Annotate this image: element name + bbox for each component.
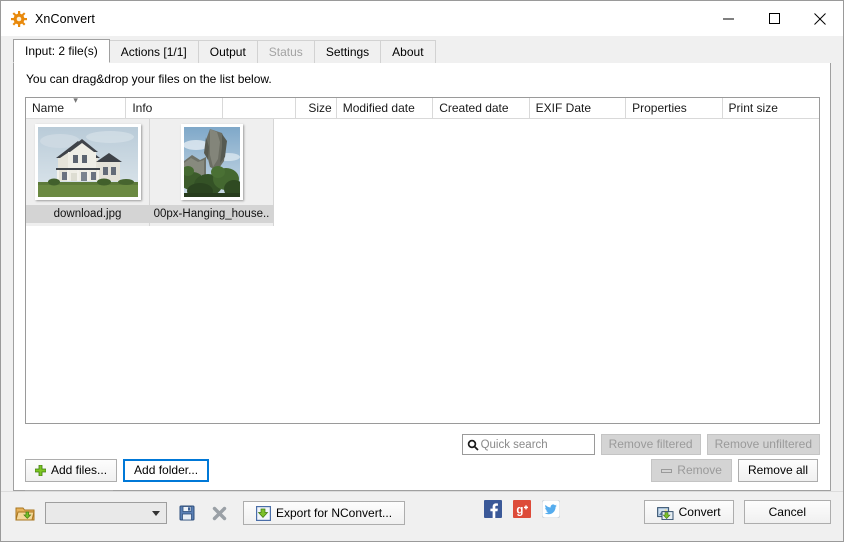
minimize-icon[interactable] <box>705 1 751 36</box>
svg-text:g: g <box>516 504 523 516</box>
column-header-size[interactable]: Size <box>296 98 337 119</box>
tab-output[interactable]: Output <box>198 40 258 63</box>
column-header-name-label: Name <box>32 101 64 115</box>
add-files-label: Add files... <box>51 460 107 481</box>
tab-strip: Input: 2 file(s) Actions [1/1] Output St… <box>1 36 843 63</box>
column-header-name[interactable]: ▾ Name <box>26 98 126 119</box>
house-photo-thumbnail <box>35 124 141 200</box>
convert-button[interactable]: Convert <box>644 500 734 524</box>
column-header-blank[interactable] <box>223 98 296 119</box>
list-item-label: 00px-Hanging_house.. <box>150 205 274 223</box>
search-icon <box>467 439 479 451</box>
thumbnail-container <box>26 119 150 205</box>
search-row: Quick search Remove filtered Remove unfi… <box>25 434 820 455</box>
chevron-down-icon: ▾ <box>73 98 78 105</box>
search-placeholder: Quick search <box>481 439 548 451</box>
tab-about[interactable]: About <box>380 40 435 63</box>
column-header-exif-date[interactable]: EXIF Date <box>530 98 626 119</box>
remove-button: Remove <box>651 459 732 482</box>
twitter-icon[interactable] <box>542 500 560 521</box>
column-header-print-size[interactable]: Print size <box>723 98 819 119</box>
convert-image-icon <box>657 505 674 520</box>
right-action-buttons: Remove Remove all <box>651 459 818 482</box>
googleplus-icon[interactable]: g <box>513 500 531 521</box>
cancel-button[interactable]: Cancel <box>744 500 831 524</box>
remove-all-button[interactable]: Remove all <box>738 459 818 482</box>
list-item[interactable]: 00px-Hanging_house.. <box>150 119 274 226</box>
input-tab-panel: You can drag&drop your files on the list… <box>13 63 831 491</box>
export-for-nconvert-button[interactable]: Export for NConvert... <box>243 501 405 525</box>
floppy-disk-icon[interactable] <box>175 501 199 525</box>
dragdrop-hint: You can drag&drop your files on the list… <box>26 72 272 86</box>
convert-label: Convert <box>679 501 721 523</box>
column-header-modified-date[interactable]: Modified date <box>337 98 433 119</box>
cliff-photo-thumbnail <box>181 124 243 200</box>
file-list[interactable]: ▾ Name Info Size Modified date Created d… <box>25 97 820 424</box>
chevron-down-icon <box>152 511 160 516</box>
list-item-label: download.jpg <box>26 205 150 223</box>
facebook-icon[interactable] <box>484 500 502 521</box>
tab-input[interactable]: Input: 2 file(s) <box>13 39 110 63</box>
open-folder-icon[interactable] <box>13 501 37 525</box>
remove-label: Remove <box>677 460 722 481</box>
column-header-info[interactable]: Info <box>126 98 222 119</box>
add-folder-button[interactable]: Add folder... <box>123 459 209 482</box>
column-header-properties[interactable]: Properties <box>626 98 722 119</box>
gear-icon <box>11 11 27 27</box>
remove-unfiltered-button: Remove unfiltered <box>707 434 820 455</box>
column-header-created-date[interactable]: Created date <box>433 98 529 119</box>
file-list-header: ▾ Name Info Size Modified date Created d… <box>26 98 819 119</box>
xnconvert-window: XnConvert Input: 2 file(s) Actions [1/1]… <box>0 0 844 542</box>
minus-icon <box>661 467 672 475</box>
window-controls <box>705 1 843 36</box>
plus-icon <box>35 465 46 476</box>
tab-status: Status <box>257 40 315 63</box>
delete-x-icon <box>207 501 231 525</box>
preset-combobox[interactable] <box>45 502 167 524</box>
title-bar: XnConvert <box>1 1 843 36</box>
thumbnail-container <box>150 119 274 205</box>
maximize-icon[interactable] <box>751 1 797 36</box>
tab-actions[interactable]: Actions [1/1] <box>109 40 199 63</box>
window-title: XnConvert <box>35 12 95 26</box>
close-icon[interactable] <box>797 1 843 36</box>
export-icon <box>256 506 271 521</box>
list-item[interactable]: download.jpg <box>26 119 150 226</box>
tab-settings[interactable]: Settings <box>314 40 381 63</box>
search-input[interactable]: Quick search <box>462 434 595 455</box>
add-files-button[interactable]: Add files... <box>25 459 117 482</box>
file-list-body[interactable]: download.jpg <box>26 119 819 424</box>
remove-filtered-button: Remove filtered <box>601 434 701 455</box>
export-label: Export for NConvert... <box>276 502 392 524</box>
bottom-bar: Export for NConvert... g <box>1 491 843 541</box>
